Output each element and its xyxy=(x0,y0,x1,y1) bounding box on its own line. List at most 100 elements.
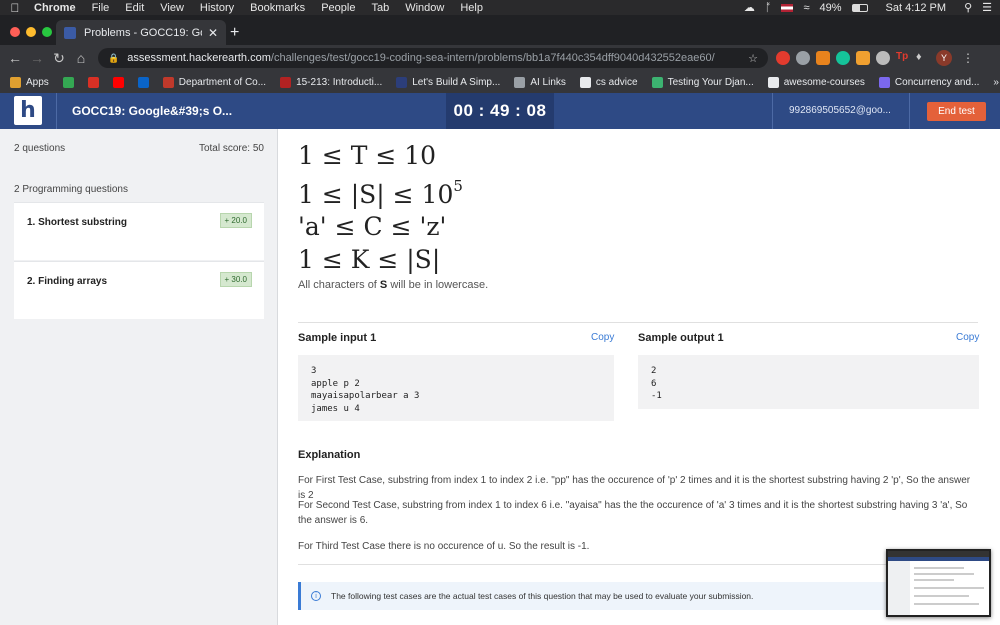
menu-file[interactable]: File xyxy=(92,2,110,14)
menu-edit[interactable]: Edit xyxy=(125,2,144,14)
end-test-button[interactable]: End test xyxy=(927,102,986,121)
reload-icon[interactable]: ↻ xyxy=(48,50,70,67)
bookmark-item[interactable]: Testing Your Djan... xyxy=(651,76,754,88)
section-divider xyxy=(298,564,978,565)
zoom-window-button[interactable] xyxy=(42,27,52,37)
test-cases-info: i The following test cases are the actua… xyxy=(298,582,898,610)
forward-arrow-icon[interactable]: → xyxy=(26,50,48,66)
bluetooth-icon[interactable]: ᚩ xyxy=(765,2,772,14)
bookmark-star-icon[interactable]: ☆ xyxy=(748,52,758,65)
chrome-menu-icon[interactable]: ⋮ xyxy=(962,51,974,65)
menu-view[interactable]: View xyxy=(160,2,184,14)
bookmark-item[interactable] xyxy=(62,76,74,88)
constraint-s: 1 ≤ |S| ≤ 105 xyxy=(298,177,463,209)
constraint-k: 1 ≤ K ≤ |S| xyxy=(298,245,441,274)
bookmark-item[interactable] xyxy=(87,76,99,88)
sidebar-question-2[interactable]: 2. Finding arrays + 30.0 xyxy=(14,261,264,319)
macos-menubar:  Chrome File Edit View History Bookmark… xyxy=(0,0,1000,15)
explanation-paragraph: For Third Test Case there is no occurenc… xyxy=(298,541,590,552)
bookmark-item[interactable]: Concurrency and... xyxy=(878,76,980,88)
copy-input-button[interactable]: Copy xyxy=(591,332,614,343)
menu-clock[interactable]: Sat 4:12 PM xyxy=(886,2,947,14)
bookmark-item[interactable]: 15-213: Introducti... xyxy=(280,76,382,88)
question-label: 2. Finding arrays xyxy=(27,276,108,287)
url-path: /challenges/test/gocc19-coding-sea-inter… xyxy=(270,52,715,64)
sidebar-question-1[interactable]: 1. Shortest substring + 20.0 xyxy=(14,202,264,260)
wifi-icon[interactable]: ≈ xyxy=(803,2,809,14)
apps-grid-icon xyxy=(10,76,21,88)
url-host: assessment.hackerearth.com xyxy=(127,52,271,64)
profile-avatar[interactable]: Y xyxy=(936,50,952,66)
bookmark-item[interactable]: awesome-courses xyxy=(767,76,865,88)
sample-input-box: 3 apple p 2 mayaisapolarbear a 3 james u… xyxy=(298,355,614,421)
browser-tabbar: Problems - GOCC19: Google's ✕ + xyxy=(0,15,1000,45)
spotlight-search-icon[interactable]: ⚲ xyxy=(964,1,972,14)
constraint-c: 'a' ≤ C ≤ 'z' xyxy=(298,212,447,241)
bookmark-label: Apps xyxy=(26,76,49,88)
contest-title: GOCC19: Google&#39;s O... xyxy=(72,104,233,118)
menu-history[interactable]: History xyxy=(200,2,234,14)
bookmark-item[interactable]: Department of Co... xyxy=(162,76,266,88)
header-divider xyxy=(772,93,773,129)
section-divider xyxy=(298,322,978,323)
total-score: Total score: 50 xyxy=(198,143,264,154)
circle-extension-icon[interactable] xyxy=(796,51,810,65)
menu-window[interactable]: Window xyxy=(405,2,444,14)
sidebar-summary: 2 questions Total score: 50 xyxy=(14,143,264,154)
menu-help[interactable]: Help xyxy=(460,2,483,14)
grammarly-icon[interactable] xyxy=(836,51,850,65)
browser-toolbar: ← → ↻ ⌂ 🔒 assessment.hackerearth.com/cha… xyxy=(0,45,1000,71)
note-text: will be in lowercase. xyxy=(387,279,489,291)
thumbnail-line xyxy=(914,567,964,569)
bookmarks-overflow-icon[interactable]: » xyxy=(993,77,999,88)
university-shield-icon xyxy=(162,76,174,88)
sample-input-title: Sample input 1 xyxy=(298,332,377,344)
cloud-icon[interactable]: ☁ xyxy=(744,1,755,14)
notification-center-icon[interactable]: ☰ xyxy=(982,1,992,14)
puzzle-extensions-icon[interactable]: ♦ xyxy=(916,51,930,65)
metamask-fox-icon[interactable] xyxy=(816,51,830,65)
lock-icon[interactable]: 🔒 xyxy=(108,53,119,64)
menu-bookmarks[interactable]: Bookmarks xyxy=(250,2,305,14)
bookmark-item[interactable]: cs advice xyxy=(579,76,638,88)
home-icon[interactable]: ⌂ xyxy=(70,50,92,66)
flag-icon[interactable] xyxy=(781,3,794,12)
github-icon xyxy=(579,76,591,88)
bookmark-item[interactable]: Let's Build A Simp... xyxy=(396,76,500,88)
hackerearth-logo[interactable]: h xyxy=(14,96,42,125)
shield-extension-icon[interactable] xyxy=(776,51,790,65)
header-divider xyxy=(909,93,910,129)
battery-icon[interactable] xyxy=(851,3,868,12)
countdown-timer: 00 : 49 : 08 xyxy=(446,93,554,129)
menu-people[interactable]: People xyxy=(321,2,355,14)
apple-icon[interactable]:  xyxy=(8,1,22,15)
menu-tab[interactable]: Tab xyxy=(371,2,389,14)
tp-extension-icon[interactable]: Tp xyxy=(896,51,910,65)
status-area: ☁ ᚩ ≈ 49% Sat 4:12 PM ⚲ ☰ xyxy=(744,1,992,15)
copy-output-button[interactable]: Copy xyxy=(956,332,979,343)
menu-app-name[interactable]: Chrome xyxy=(34,2,76,14)
bookmark-item[interactable]: Apps xyxy=(10,76,49,88)
close-window-button[interactable] xyxy=(10,27,20,37)
question-group-label: 2 Programming questions xyxy=(14,184,128,195)
user-email[interactable]: 992869505652@goo... xyxy=(789,105,891,116)
back-arrow-icon[interactable]: ← xyxy=(4,50,26,66)
question-score-badge: + 30.0 xyxy=(219,272,252,287)
question-score-badge: + 20.0 xyxy=(219,213,252,228)
browser-tab-active[interactable]: Problems - GOCC19: Google's ✕ xyxy=(56,20,226,45)
new-tab-icon[interactable]: + xyxy=(230,24,239,42)
screenshot-thumbnail[interactable] xyxy=(886,549,991,617)
honey-extension-icon[interactable] xyxy=(856,51,870,65)
bookmark-item[interactable]: AI Links xyxy=(514,76,566,88)
app-header: h GOCC19: Google&#39;s O... 00 : 49 : 08… xyxy=(0,93,1000,129)
address-bar[interactable]: 🔒 assessment.hackerearth.com/challenges/… xyxy=(98,48,768,68)
thumbnail-line xyxy=(914,595,969,597)
minimize-window-button[interactable] xyxy=(26,27,36,37)
bookmark-item[interactable] xyxy=(137,76,149,88)
bookmark-item[interactable] xyxy=(112,76,124,88)
bookmark-label: Concurrency and... xyxy=(894,76,980,88)
constraint-t: 1 ≤ T ≤ 10 xyxy=(298,141,437,170)
gear-extension-icon[interactable] xyxy=(876,51,890,65)
tab-close-icon[interactable]: ✕ xyxy=(208,26,218,40)
thumbnail-line xyxy=(914,579,954,581)
